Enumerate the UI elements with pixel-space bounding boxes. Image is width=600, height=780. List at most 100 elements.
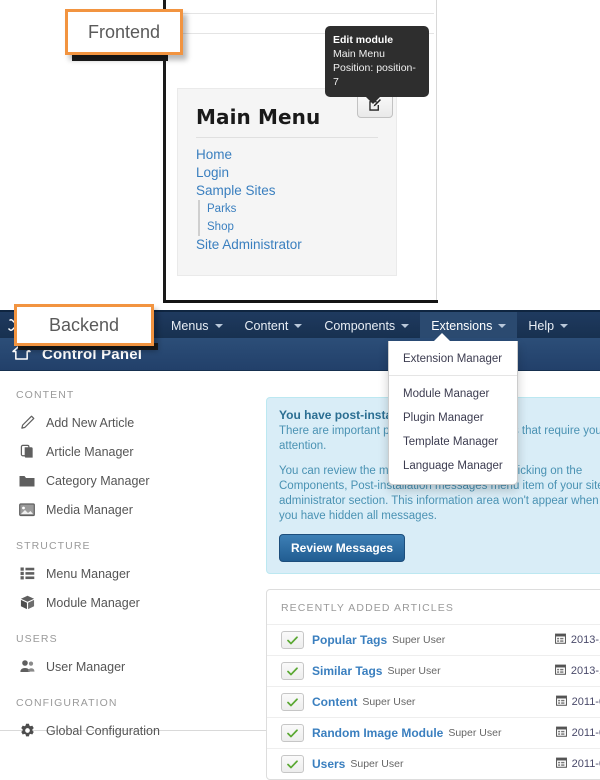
menu-link-parks[interactable]: Parks [207,200,378,218]
article-title[interactable]: Popular Tags [312,633,387,647]
sidebar-item-category-manager[interactable]: Category Manager [0,466,256,495]
sidebar-item-article-manager[interactable]: Article Manager [0,437,256,466]
gear-icon [18,723,36,738]
article-date-group: 2013-10-3 [554,631,600,649]
folder-icon [18,474,36,488]
menu-content-label: Content [244,319,289,333]
published-status-badge[interactable] [281,724,304,742]
article-title[interactable]: Content [312,695,357,709]
article-author: Super User [350,758,404,770]
table-row[interactable]: Popular Tags Super User 2013-10-3 [267,624,600,655]
pencil-icon [18,415,36,430]
edit-module-tooltip: Edit module Main Menu Position: position… [325,26,429,104]
article-date: 2013-10-3 [570,634,600,646]
frontend-bottom-line [163,300,438,303]
dropdown-item-language-manager[interactable]: Language Manager [389,454,517,478]
calendar-icon [554,631,566,649]
tooltip-module-name: Main Menu [333,48,385,60]
tooltip-title: Edit module [333,34,394,46]
sidebar-item-add-new-article[interactable]: Add New Article [0,408,256,437]
article-author: Super User [362,696,416,708]
sidebar-label: Module Manager [46,595,140,610]
table-row[interactable]: Similar Tags Super User 2013-10-3 [267,655,600,686]
chevron-down-icon [498,324,507,328]
table-row[interactable]: Random Image Module Super User 2011-01-0 [267,717,600,748]
extensions-dropdown-menu: Extension Manager Module Manager Plugin … [388,333,518,485]
admin-sidebar: CONTENT Add New Article Article Manager … [0,371,256,738]
dropdown-item-extension-manager[interactable]: Extension Manager [389,347,517,371]
frontend-header-rule-top [168,13,434,14]
sidebar-item-user-manager[interactable]: User Manager [0,652,256,681]
article-date: 2011-01-0 [571,758,600,770]
menu-help-label: Help [528,319,555,333]
copy-icon [18,444,36,459]
chevron-down-icon [214,324,223,328]
cube-icon [18,595,36,610]
menu-extensions-label: Extensions [431,319,493,333]
article-date-group: 2011-01-0 [555,724,600,742]
article-title[interactable]: Users [312,757,345,771]
menu-menus-label: Menus [171,319,209,333]
menu-help[interactable]: Help [517,312,579,340]
article-date-group: 2011-01-0 [555,755,600,773]
menu-link-site-administrator[interactable]: Site Administrator [196,236,378,254]
admin-menu-items: Menus Content Components Extensions Help [160,312,579,340]
sidebar-heading-content: CONTENT [16,389,75,401]
articles-panel-header: RECENTLY ADDED ARTICLES [281,602,454,614]
article-date: 2011-01-0 [571,696,600,708]
calendar-icon [555,755,567,773]
table-row[interactable]: Content Super User 2011-01-0 [267,686,600,717]
article-title[interactable]: Random Image Module [312,726,443,740]
sidebar-item-module-manager[interactable]: Module Manager [0,588,256,617]
menu-components[interactable]: Components [313,312,420,340]
sidebar-label: Article Manager [46,444,134,459]
frontend-callout-label: Frontend [65,9,183,55]
calendar-icon [555,693,567,711]
sidebar-label: Category Manager [46,473,150,488]
dropdown-item-module-manager[interactable]: Module Manager [389,382,517,406]
sidebar-item-media-manager[interactable]: Media Manager [0,495,256,524]
menu-menus[interactable]: Menus [160,312,234,340]
menu-link-sample-sites[interactable]: Sample Sites [196,182,378,200]
tooltip-arrow [366,97,380,104]
article-date-group: 2011-01-0 [555,693,600,711]
recently-added-articles-panel: RECENTLY ADDED ARTICLES Popular Tags Sup… [266,589,600,780]
menu-link-login[interactable]: Login [196,164,378,182]
published-status-badge[interactable] [281,755,304,773]
menu-link-shop[interactable]: Shop [207,218,378,236]
published-status-badge[interactable] [281,693,304,711]
menu-sublist: Parks Shop [198,200,378,236]
image-icon [18,502,36,517]
module-title-divider [196,137,378,138]
backend-callout-label: Backend [14,304,154,346]
calendar-icon [555,724,567,742]
sidebar-heading-users: USERS [16,633,58,645]
chevron-down-icon [560,324,569,328]
dropdown-item-template-manager[interactable]: Template Manager [389,430,517,454]
article-author: Super User [448,727,502,739]
article-author: Super User [387,665,441,677]
list-icon [18,567,36,580]
sidebar-item-global-configuration[interactable]: Global Configuration [0,716,256,745]
article-date: 2013-10-3 [570,665,600,677]
article-title[interactable]: Similar Tags [312,664,382,678]
sidebar-heading-structure: STRUCTURE [16,540,91,552]
menu-link-home[interactable]: Home [196,146,378,164]
sidebar-label: Menu Manager [46,566,131,581]
published-status-badge[interactable] [281,662,304,680]
sidebar-item-menu-manager[interactable]: Menu Manager [0,559,256,588]
published-status-badge[interactable] [281,631,304,649]
review-messages-button[interactable]: Review Messages [279,534,406,562]
dropdown-arrow [434,333,450,341]
table-row[interactable]: Users Super User 2011-01-0 [267,748,600,779]
article-author: Super User [392,634,446,646]
chevron-down-icon [294,324,303,328]
tooltip-position: Position: position-7 [333,62,416,88]
menu-content[interactable]: Content [234,312,314,340]
users-icon [18,659,36,674]
sidebar-label: Media Manager [46,502,133,517]
article-date: 2011-01-0 [571,727,600,739]
calendar-icon [554,662,566,680]
module-title: Main Menu [196,105,321,129]
dropdown-item-plugin-manager[interactable]: Plugin Manager [389,406,517,430]
